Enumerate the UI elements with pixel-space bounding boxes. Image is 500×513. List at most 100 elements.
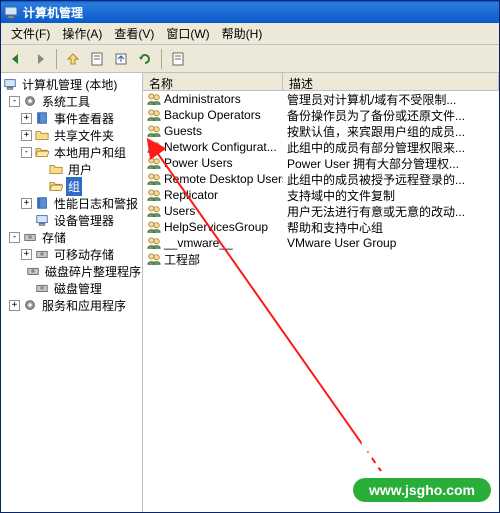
item-name: Network Configurat... — [164, 140, 277, 154]
item-name: Backup Operators — [164, 108, 261, 122]
list-item[interactable]: Backup Operators 备份操作员为了备份或还原文件... — [143, 107, 499, 123]
list-body[interactable]: Administrators管理员对计算机/域有不受限制...Backup Op… — [143, 91, 499, 512]
disk-icon — [35, 247, 49, 261]
tree-groups[interactable]: 组 — [1, 178, 142, 194]
group-icon — [147, 140, 161, 154]
tree-pane[interactable]: 计算机管理 (本地) - 系统工具 +事件查看器 +共享文件夹 — [1, 73, 143, 512]
export-button[interactable] — [110, 48, 132, 70]
group-icon — [147, 92, 161, 106]
tree-local-users-groups[interactable]: -本地用户和组 — [1, 144, 142, 160]
list-item[interactable]: Users 用户无法进行有意或无意的改动... — [143, 203, 499, 219]
group-icon — [147, 108, 161, 122]
menu-file[interactable]: 文件(F) — [5, 23, 56, 44]
window-title: 计算机管理 — [23, 4, 83, 21]
forward-button — [29, 48, 51, 70]
collapse-icon[interactable]: - — [9, 232, 20, 243]
collapse-icon[interactable]: - — [21, 147, 32, 158]
folder-icon — [49, 179, 63, 193]
list-item[interactable]: Network Configurat... 此组中的成员有部分管理权限来... — [143, 139, 499, 155]
tree-removable[interactable]: +可移动存储 — [1, 246, 142, 262]
menu-view[interactable]: 查看(V) — [108, 23, 160, 44]
item-name: Replicator — [164, 188, 218, 202]
book-icon — [35, 196, 49, 210]
folder-icon — [49, 162, 63, 176]
tree-system-tools[interactable]: - 系统工具 — [1, 93, 142, 109]
toolbar-separator — [161, 49, 162, 69]
list-item[interactable]: __vmware__VMware User Group — [143, 235, 499, 251]
item-name: 工程部 — [164, 251, 200, 268]
list-item[interactable]: Remote Desktop Users此组中的成员被授予远程登录的... — [143, 171, 499, 187]
group-icon — [147, 156, 161, 170]
group-icon — [147, 172, 161, 186]
menu-bar: 文件(F) 操作(A) 查看(V) 窗口(W) 帮助(H) — [1, 23, 499, 45]
item-desc: 帮助和支持中心组 — [283, 219, 499, 236]
list-item[interactable]: Replicator支持域中的文件复制 — [143, 187, 499, 203]
list-item[interactable]: HelpServicesGroup 帮助和支持中心组 — [143, 219, 499, 235]
expand-icon[interactable]: + — [9, 300, 20, 311]
tree-storage[interactable]: -存储 — [1, 229, 142, 245]
toolbar-separator — [56, 49, 57, 69]
item-desc: 此组中的成员被授予远程登录的... — [283, 171, 499, 188]
help-button[interactable] — [167, 48, 189, 70]
item-name: HelpServicesGroup — [164, 220, 268, 234]
item-name: __vmware__ — [164, 236, 233, 250]
refresh-button[interactable] — [134, 48, 156, 70]
tree-event-viewer[interactable]: +事件查看器 — [1, 110, 142, 126]
group-icon — [147, 220, 161, 234]
group-icon — [147, 124, 161, 138]
expand-icon[interactable]: + — [21, 113, 32, 124]
toolbar — [1, 45, 499, 73]
tree-disk-mgmt[interactable]: 磁盘管理 — [1, 280, 142, 296]
item-desc: 此组中的成员有部分管理权限来... — [283, 139, 499, 156]
computer-icon — [3, 77, 17, 91]
list-header: 名称 描述 — [143, 73, 499, 91]
disk-icon — [35, 281, 49, 295]
folder-icon — [35, 145, 49, 159]
title-bar[interactable]: 计算机管理 — [1, 1, 499, 23]
back-button[interactable] — [5, 48, 27, 70]
computer-icon — [35, 213, 49, 227]
item-desc: 管理员对计算机/域有不受限制... — [283, 91, 499, 108]
group-icon — [147, 204, 161, 218]
group-icon — [147, 252, 161, 266]
item-desc: Power User 拥有大部分管理权... — [283, 155, 499, 172]
item-name: Power Users — [164, 156, 233, 170]
menu-action[interactable]: 操作(A) — [56, 23, 108, 44]
list-item[interactable]: 工程部 — [143, 251, 499, 267]
list-item[interactable]: Power Users Power User 拥有大部分管理权... — [143, 155, 499, 171]
item-name: Administrators — [164, 92, 241, 106]
folder-icon — [35, 128, 49, 142]
disk-icon — [23, 230, 37, 244]
expand-icon[interactable]: + — [21, 130, 32, 141]
group-icon — [147, 236, 161, 250]
app-window: 计算机管理 文件(F) 操作(A) 查看(V) 窗口(W) 帮助(H) 计算机管… — [0, 0, 500, 513]
disk-icon — [26, 264, 40, 278]
content-area: 计算机管理 (本地) - 系统工具 +事件查看器 +共享文件夹 — [1, 73, 499, 512]
list-item[interactable]: Administrators 管理员对计算机/域有不受限制... — [143, 91, 499, 107]
menu-window[interactable]: 窗口(W) — [160, 23, 215, 44]
tree-users[interactable]: 用户 — [1, 161, 142, 177]
tree-device-manager[interactable]: 设备管理器 — [1, 212, 142, 228]
book-icon — [35, 111, 49, 125]
item-desc: 备份操作员为了备份或还原文件... — [283, 107, 499, 124]
expand-icon[interactable]: + — [21, 249, 32, 260]
item-name: Users — [164, 204, 195, 218]
item-desc: 用户无法进行有意或无意的改动... — [283, 203, 499, 220]
menu-help[interactable]: 帮助(H) — [216, 23, 269, 44]
tree-services-apps[interactable]: +服务和应用程序 — [1, 297, 142, 313]
list-item[interactable]: Guests按默认值，来宾跟用户组的成员... — [143, 123, 499, 139]
tree-root[interactable]: 计算机管理 (本地) — [1, 76, 142, 92]
properties-button[interactable] — [86, 48, 108, 70]
folder-icon — [23, 94, 37, 108]
tree-defrag[interactable]: 磁盘碎片整理程序 — [1, 263, 142, 279]
column-desc[interactable]: 描述 — [283, 73, 499, 90]
item-name: Guests — [164, 124, 202, 138]
tree-perf-logs[interactable]: +性能日志和警报 — [1, 195, 142, 211]
list-pane: 名称 描述 Administrators管理员对计算机/域有不受限制...Bac… — [143, 73, 499, 512]
column-name[interactable]: 名称 — [143, 73, 283, 90]
up-button[interactable] — [62, 48, 84, 70]
item-name: Remote Desktop Users — [164, 172, 283, 186]
collapse-icon[interactable]: - — [9, 96, 20, 107]
tree-shared-folders[interactable]: +共享文件夹 — [1, 127, 142, 143]
expand-icon[interactable]: + — [21, 198, 32, 209]
